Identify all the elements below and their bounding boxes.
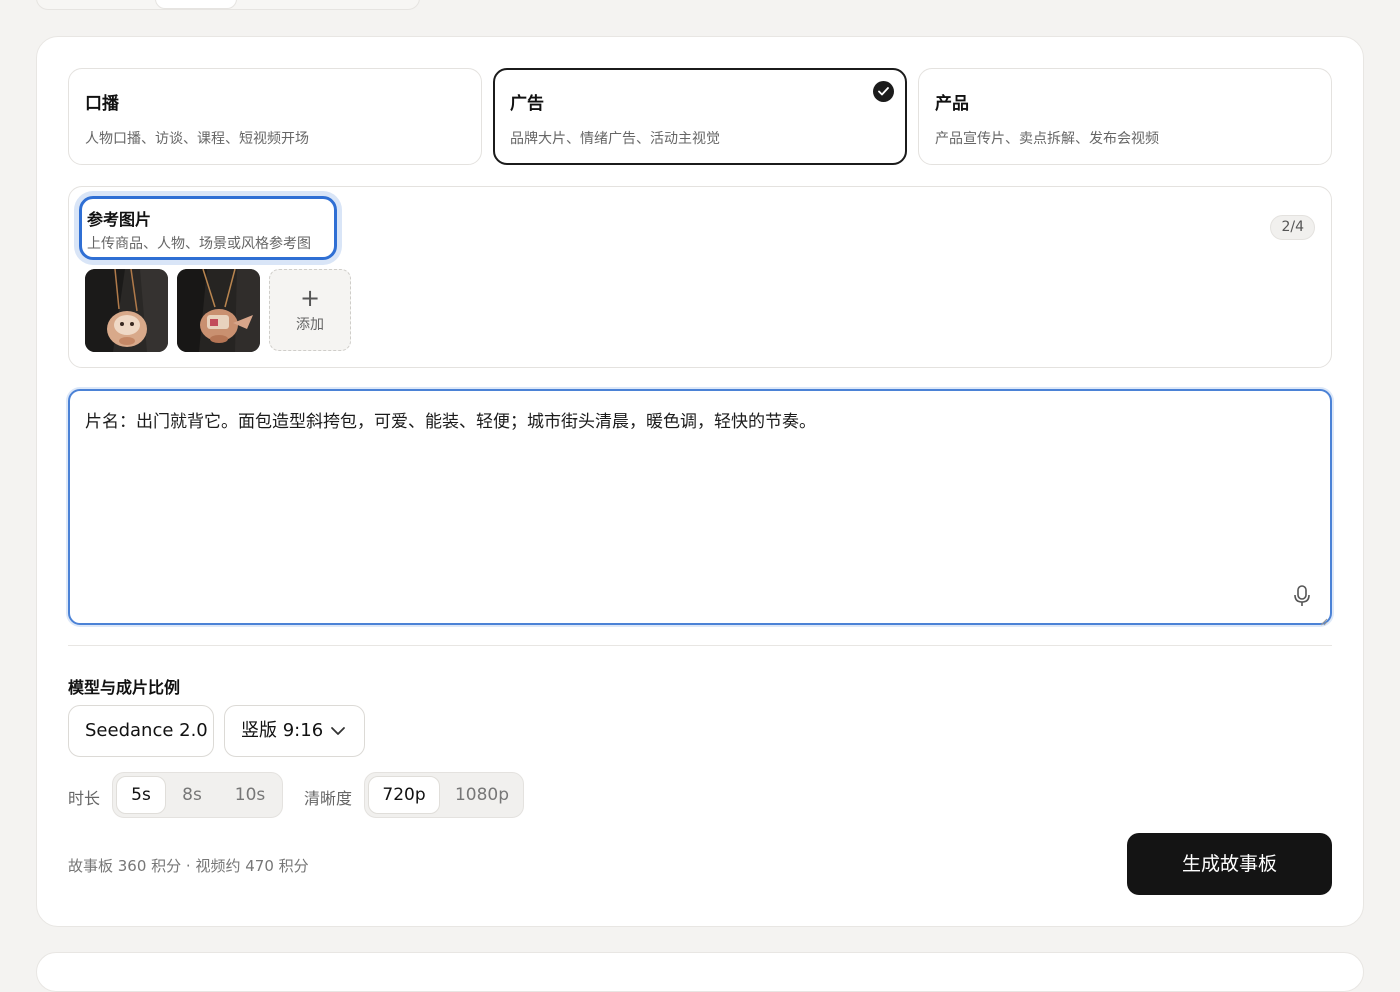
mode-title: 口播 [85,94,119,114]
reference-header[interactable]: 参考图片 上传商品、人物、场景或风格参考图 [79,196,337,260]
model-select[interactable]: Seedance 2.0 [68,705,214,757]
add-image-label: 添加 [296,317,324,333]
aspect-ratio-select[interactable]: 竖版 9:16 [224,705,365,757]
quality-label: 清晰度 [304,789,353,808]
reference-subtitle: 上传商品、人物、场景或风格参考图 [87,236,311,252]
cost-summary: 故事板 360 积分 · 视频约 470 积分 [68,857,309,875]
plus-icon: + [299,284,321,312]
quality-option-720p[interactable]: 720p [368,776,440,814]
chevron-down-icon [331,727,345,735]
duration-label: 时长 [68,789,101,808]
quality-segmented-control: 720p 1080p [364,772,524,818]
duration-option-8s[interactable]: 8s [169,776,215,814]
image-count-badge: 2/4 [1270,215,1315,240]
mode-description: 产品宣传片、卖点拆解、发布会视频 [935,131,1159,147]
resize-handle-icon[interactable] [1318,611,1328,626]
prompt-textarea[interactable]: 片名：出门就背它。面包造型斜挎包，可爱、能装、轻便；城市街头清晨，暖色调，轻快的… [68,389,1332,626]
model-section-title: 模型与成片比例 [68,678,181,697]
reference-thumbnail[interactable] [85,269,168,352]
aspect-ratio-value: 竖版 9:16 [241,720,324,741]
prompt-text: 片名：出门就背它。面包造型斜挎包，可爱、能装、轻便；城市街头清晨，暖色调，轻快的… [85,412,816,432]
quality-option-1080p[interactable]: 1080p [443,776,521,814]
mode-description: 品牌大片、情绪广告、活动主视觉 [510,131,720,147]
reference-title: 参考图片 [87,210,152,229]
check-icon [873,81,894,102]
mode-title: 产品 [935,94,969,114]
model-value: Seedance 2.0 [85,720,208,741]
duration-option-5s[interactable]: 5s [116,776,166,814]
mode-title: 广告 [510,94,544,114]
generate-storyboard-button[interactable]: 生成故事板 [1127,833,1332,895]
duration-segmented-control: 5s 8s 10s [112,772,283,818]
mode-card-ad[interactable]: 广告 品牌大片、情绪广告、活动主视觉 [493,68,907,165]
microphone-icon[interactable] [1292,584,1312,608]
reference-images-section: 参考图片 上传商品、人物、场景或风格参考图 2/4 + 添加 [68,186,1332,368]
divider [68,645,1332,646]
mode-card-talking[interactable]: 口播 人物口播、访谈、课程、短视频开场 [68,68,482,165]
top-tab-active[interactable] [155,0,237,9]
duration-option-10s[interactable]: 10s [219,776,281,814]
mode-description: 人物口播、访谈、课程、短视频开场 [85,131,309,147]
next-panel [36,952,1364,992]
top-tab-strip [36,0,420,10]
reference-thumbnail[interactable] [177,269,260,352]
mode-card-product[interactable]: 产品 产品宣传片、卖点拆解、发布会视频 [918,68,1332,165]
add-image-button[interactable]: + 添加 [269,269,351,351]
